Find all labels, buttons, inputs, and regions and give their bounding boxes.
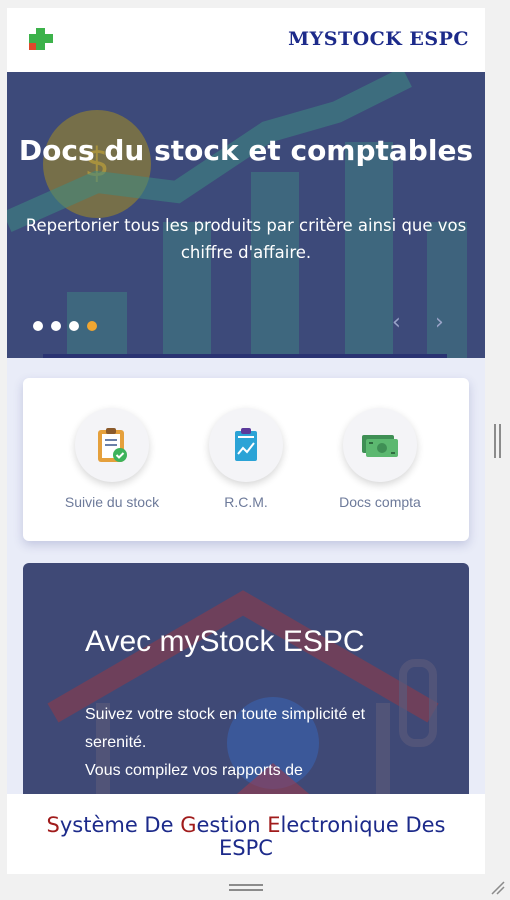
footer-word: ystème De — [59, 813, 181, 837]
carousel-indicators — [33, 318, 105, 336]
footer-letter: S — [46, 813, 60, 837]
hero-divider — [43, 354, 447, 358]
green-puzzle-icon[interactable] — [27, 26, 55, 52]
promo-line: Suivez votre stock en toute simplicité e… — [85, 706, 366, 723]
brand-title: MYSTOCK ESPC — [288, 28, 469, 50]
promo-line: serenité. — [85, 734, 147, 751]
footer-title: Système De Gestion Electronique Des ESPC — [7, 814, 485, 860]
footer-letter: G — [180, 813, 197, 837]
menu-icon-circle — [343, 408, 417, 482]
carousel-dot[interactable] — [51, 321, 61, 331]
hero-title: Docs du stock et comptables — [18, 134, 474, 167]
menu-card: Suivie du stock R.C.M. Docs compta — [23, 378, 469, 541]
menu-icon-circle — [209, 408, 283, 482]
carousel-dot[interactable] — [69, 321, 79, 331]
menu-label: Suivie du stock — [64, 494, 160, 510]
footer-banner: Système De Gestion Electronique Des ESPC — [7, 794, 485, 874]
promo-title: Avec myStock ESPC — [85, 625, 365, 658]
footer-word: estion — [196, 813, 268, 837]
carousel-dot[interactable] — [33, 321, 43, 331]
money-bills-icon — [362, 435, 398, 457]
chevron-left-icon[interactable]: ‹ — [392, 310, 401, 335]
promo-line: Vous compilez vos rapports de — [85, 762, 303, 779]
menu-item-suivie-stock[interactable]: Suivie du stock — [47, 408, 177, 510]
menu-item-rcm[interactable]: R.C.M. — [181, 408, 311, 510]
chevron-right-icon[interactable]: › — [435, 310, 444, 335]
top-bar: MYSTOCK ESPC — [7, 8, 485, 72]
resize-grip-icon[interactable] — [490, 880, 506, 896]
resize-handle-bottom[interactable] — [229, 884, 263, 894]
footer-letter: E — [267, 813, 281, 837]
hero-carousel[interactable]: $ Docs du stock et comptables Repertorie… — [7, 72, 485, 358]
hero-subtitle: Repertorier tous les produits par critèr… — [25, 216, 467, 262]
clipboard-chart-icon — [235, 428, 257, 461]
footer-word: ESPC — [219, 836, 273, 860]
menu-item-docs-compta[interactable]: Docs compta — [315, 408, 445, 510]
clipboard-check-icon — [98, 428, 127, 462]
carousel-dot-active[interactable] — [87, 321, 97, 331]
menu-label: Docs compta — [339, 494, 421, 510]
menu-label: R.C.M. — [224, 494, 268, 510]
app-screen: MYSTOCK ESPC $ Docs du stock et comptabl… — [7, 8, 485, 874]
promo-text: Suivez votre stock en toute simplicité e… — [85, 701, 425, 785]
footer-word: lectronique Des — [280, 813, 446, 837]
menu-icon-circle — [75, 408, 149, 482]
resize-handle-right[interactable] — [494, 424, 504, 463]
